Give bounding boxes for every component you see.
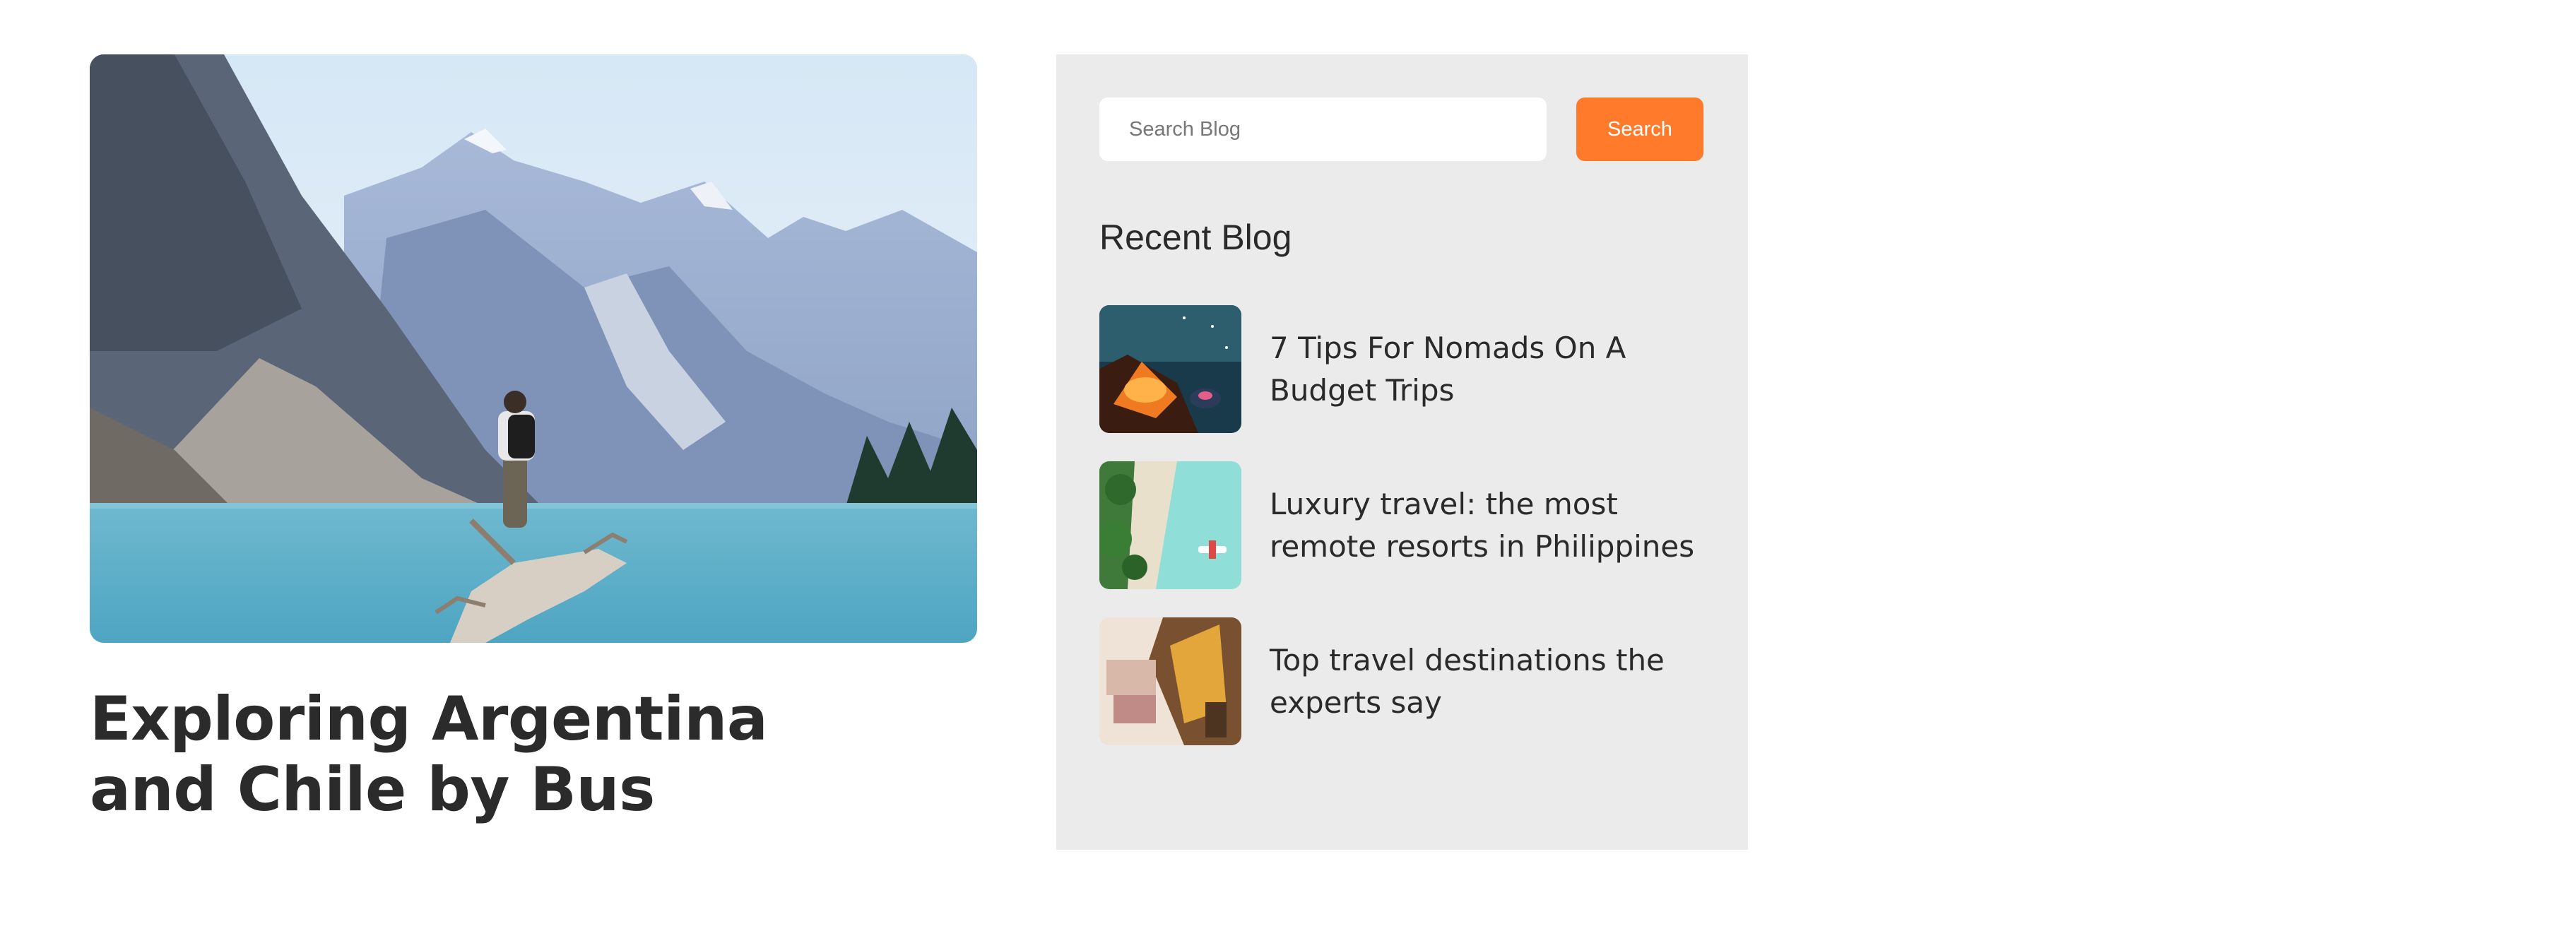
post-title[interactable]: Exploring Argentina and Chile by Bus [90, 684, 867, 825]
search-form: Search [1099, 97, 1703, 161]
recent-blog-item[interactable]: Top travel destinations the experts say [1099, 617, 1714, 745]
mountain-lake-illustration [90, 54, 977, 643]
search-button[interactable]: Search [1576, 97, 1703, 161]
recent-blog-title[interactable]: Luxury travel: the most remote resorts i… [1270, 483, 1714, 568]
recent-blog-thumbnail[interactable] [1099, 617, 1241, 745]
recent-blog-item[interactable]: 7 Tips For Nomads On A Budget Trips [1099, 305, 1714, 433]
recent-blog-heading: Recent Blog [1099, 218, 1292, 257]
blog-post: Exploring Argentina and Chile by Bus [90, 54, 977, 825]
recent-blog-list: 7 Tips For Nomads On A Budget Trips Luxu… [1099, 305, 1714, 774]
sidebar: Search Recent Blog [1056, 54, 1748, 850]
page: Exploring Argentina and Chile by Bus Sea… [0, 0, 2576, 948]
recent-blog-title[interactable]: 7 Tips For Nomads On A Budget Trips [1270, 327, 1714, 412]
recent-blog-thumbnail[interactable] [1099, 461, 1241, 589]
tropical-beach-illustration [1099, 461, 1241, 589]
recent-blog-item[interactable]: Luxury travel: the most remote resorts i… [1099, 461, 1714, 589]
recent-blog-thumbnail[interactable] [1099, 305, 1241, 433]
hero-image [90, 54, 977, 643]
recent-blog-title[interactable]: Top travel destinations the experts say [1270, 639, 1714, 724]
camping-night-illustration [1099, 305, 1241, 433]
resort-interior-illustration [1099, 617, 1241, 745]
search-input[interactable] [1099, 97, 1547, 161]
